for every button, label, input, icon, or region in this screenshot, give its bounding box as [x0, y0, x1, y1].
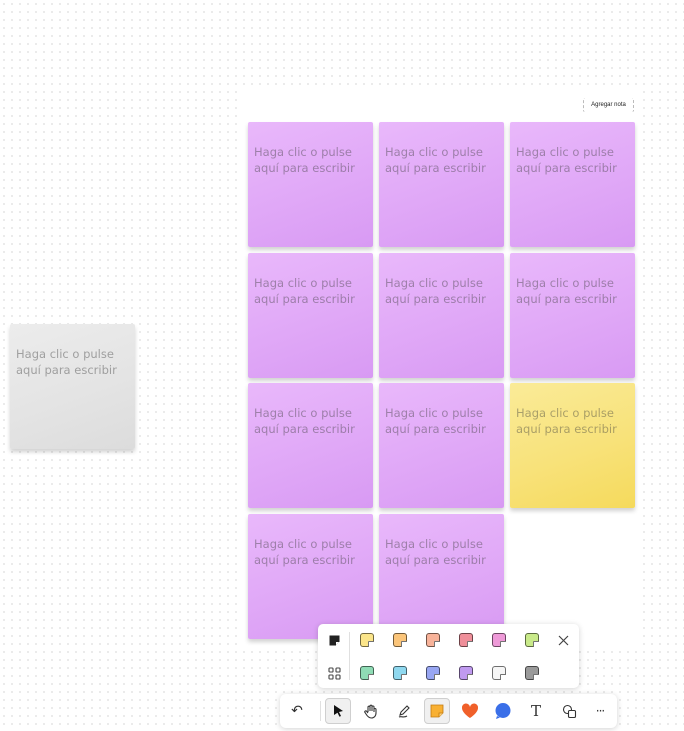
color-swatch[interactable]: [393, 633, 407, 647]
sticky-note[interactable]: Haga clic o pulse aquí para escribir: [248, 514, 373, 639]
sticky-note[interactable]: Haga clic o pulse aquí para escribir: [510, 253, 635, 378]
shapes-icon: [562, 704, 576, 718]
undo-button[interactable]: ↶: [284, 698, 310, 724]
select-icon: [333, 705, 343, 717]
sticky-note[interactable]: Haga clic o pulse aquí para escribir: [510, 122, 635, 247]
sticky-note-tool[interactable]: [424, 698, 450, 724]
note-fill-icon[interactable]: [326, 632, 342, 648]
bottom-toolbar: ↶ T ···: [280, 694, 617, 728]
note-color-palette: [318, 624, 579, 688]
sticky-note[interactable]: Haga clic o pulse aquí para escribir: [379, 514, 504, 639]
sticky-note[interactable]: Haga clic o pulse aquí para escribir: [248, 122, 373, 247]
grid-icon[interactable]: [326, 665, 342, 681]
add-note-button[interactable]: Agregar nota: [583, 98, 634, 112]
loose-sticky-note[interactable]: Haga clic o pulse aquí para escribir: [10, 324, 135, 449]
select-tool[interactable]: [325, 698, 351, 724]
pen-icon: [398, 704, 410, 718]
sticky-note[interactable]: Haga clic o pulse aquí para escribir: [379, 122, 504, 247]
comment-icon: [495, 703, 511, 719]
hand-icon: [364, 704, 377, 719]
color-swatch[interactable]: [525, 666, 539, 680]
toolbar-divider: [320, 701, 321, 721]
color-swatch[interactable]: [459, 666, 473, 680]
heart-icon: [461, 703, 479, 718]
palette-divider: [349, 632, 350, 680]
more-button[interactable]: ···: [587, 698, 613, 724]
text-tool[interactable]: T: [523, 698, 549, 724]
color-swatch[interactable]: [426, 633, 440, 647]
color-swatch[interactable]: [426, 666, 440, 680]
sticky-note[interactable]: Haga clic o pulse aquí para escribir: [248, 253, 373, 378]
pen-tool[interactable]: [391, 698, 417, 724]
color-swatch[interactable]: [360, 633, 374, 647]
color-swatch[interactable]: [492, 633, 506, 647]
sticky-note[interactable]: Haga clic o pulse aquí para escribir: [510, 383, 635, 508]
close-icon[interactable]: [555, 632, 571, 648]
sticky-note[interactable]: Haga clic o pulse aquí para escribir: [248, 383, 373, 508]
shapes-tool[interactable]: [556, 698, 582, 724]
sticky-note[interactable]: Haga clic o pulse aquí para escribir: [379, 253, 504, 378]
color-swatch[interactable]: [393, 666, 407, 680]
sticky-note[interactable]: Haga clic o pulse aquí para escribir: [379, 383, 504, 508]
sticky-note-icon: [430, 704, 444, 718]
reaction-tool[interactable]: [457, 698, 483, 724]
color-swatch[interactable]: [459, 633, 473, 647]
comment-tool[interactable]: [490, 698, 516, 724]
color-swatch[interactable]: [525, 633, 539, 647]
hand-tool[interactable]: [358, 698, 384, 724]
color-swatch[interactable]: [492, 666, 506, 680]
color-swatch[interactable]: [360, 666, 374, 680]
